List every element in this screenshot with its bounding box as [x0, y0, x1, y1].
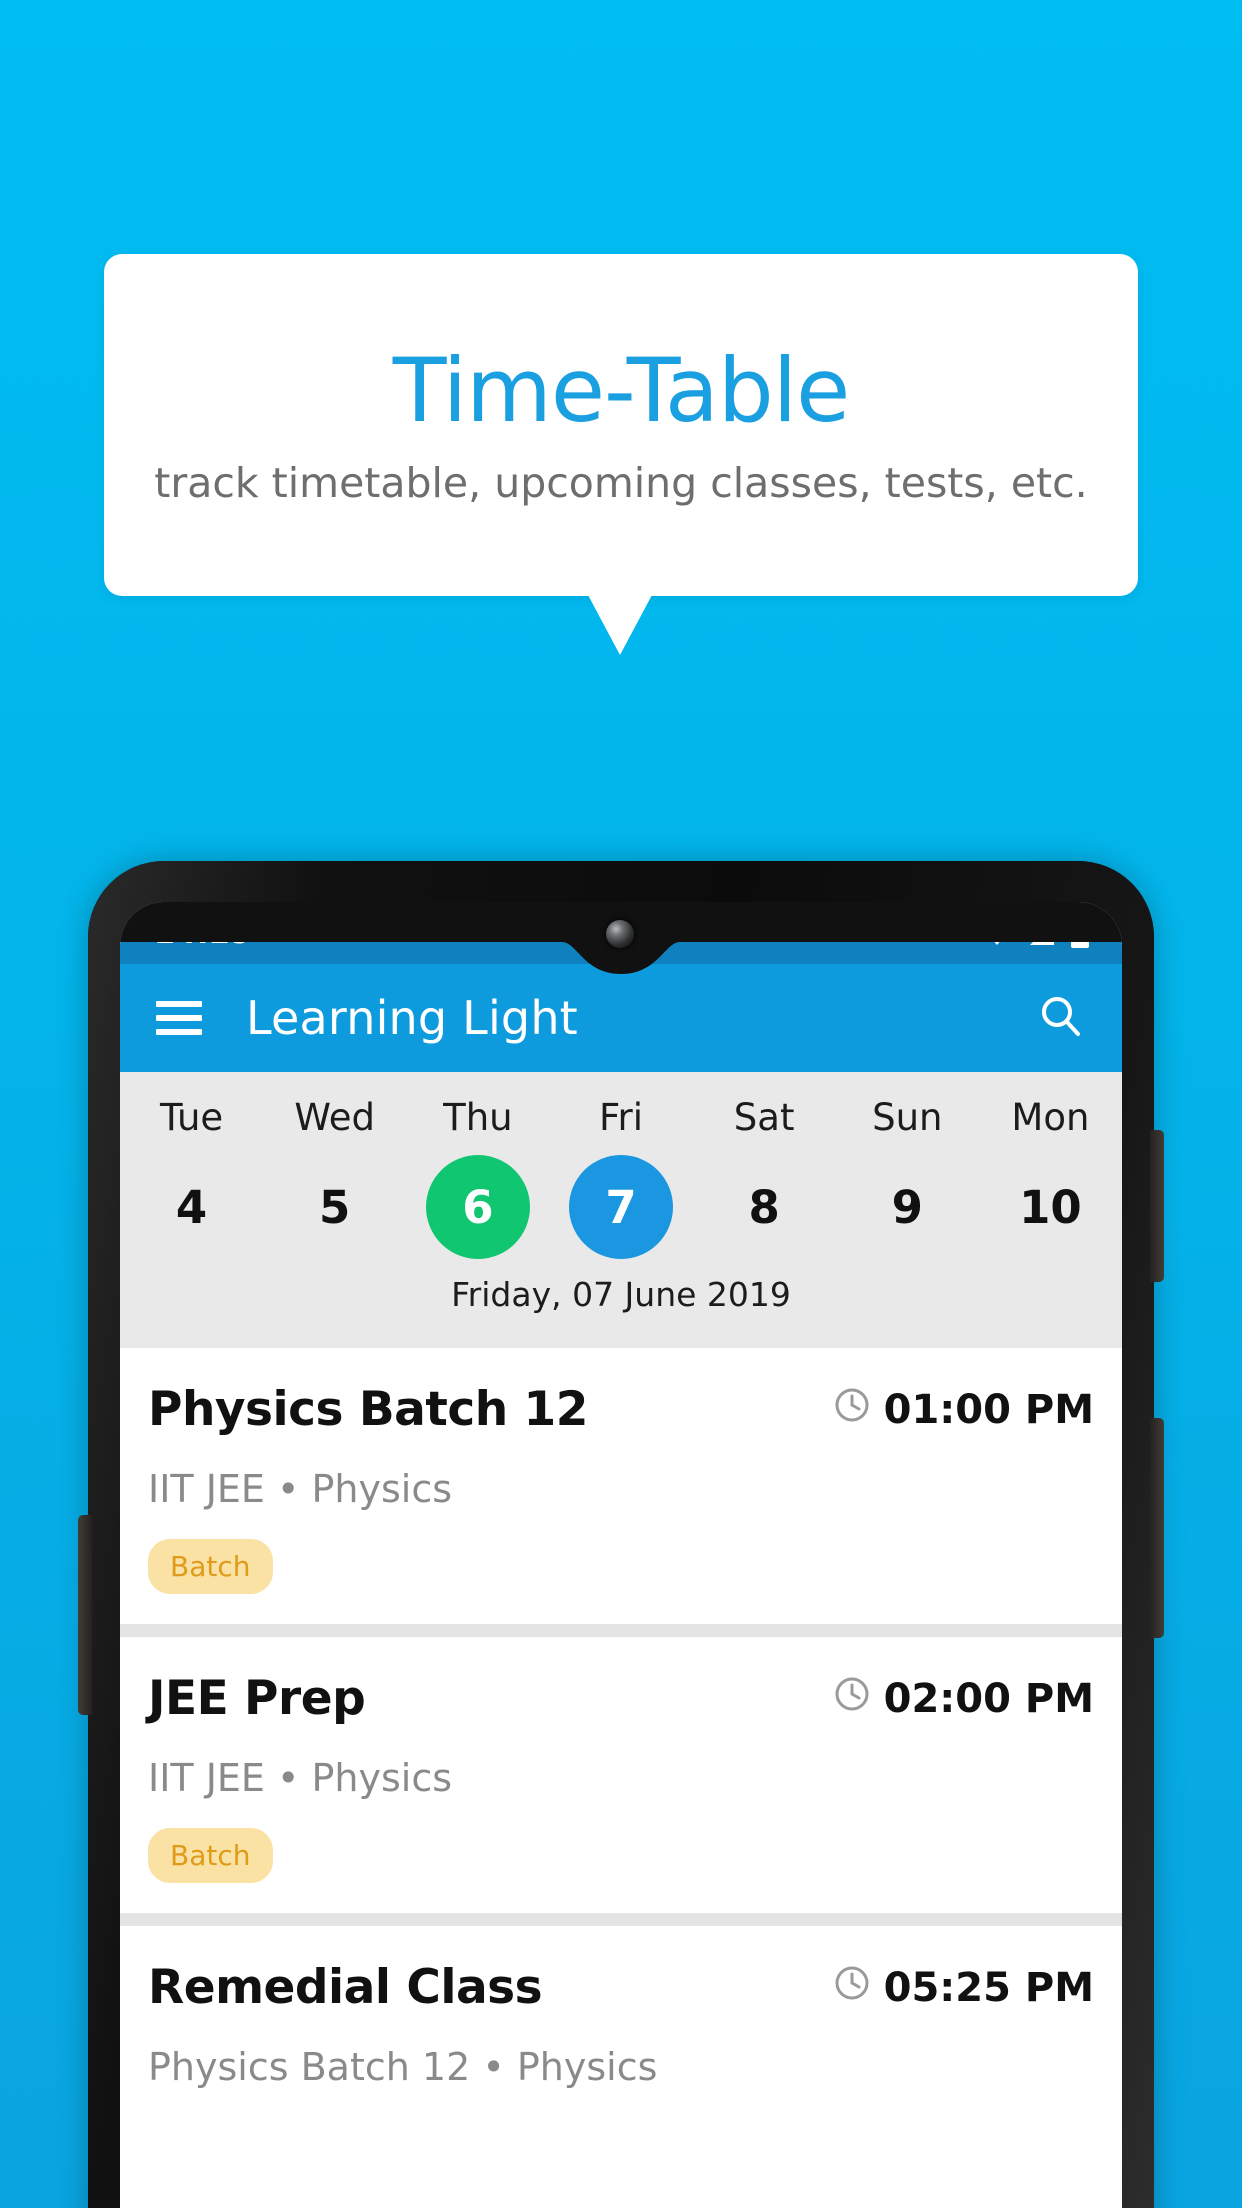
day-cell[interactable]: Thu: [406, 1090, 549, 1153]
day-of-week-row: Tue Wed Thu Fri Sat Sun Mon: [120, 1090, 1122, 1153]
status-badge: Batch: [148, 1828, 273, 1883]
front-camera-icon: [606, 920, 634, 948]
promo-bubble: Time-Table track timetable, upcoming cla…: [104, 254, 1138, 596]
event-subtitle: Physics Batch 12 • Physics: [148, 2045, 658, 2089]
selected-date-label: Friday, 07 June 2019: [451, 1275, 791, 1314]
event-card-header: Physics Batch 12 01:00 PM: [148, 1382, 1094, 1437]
display-notch: [120, 902, 1122, 974]
event-card[interactable]: JEE Prep 02:00 PM IIT JEE • Physics Batc…: [120, 1637, 1122, 1913]
day-cell[interactable]: Mon: [979, 1090, 1122, 1153]
phone-screen: 14:29 Learning Light Tue Wed Thu Fri Sat…: [120, 902, 1122, 2208]
event-time: 01:00 PM: [883, 1386, 1094, 1433]
status-bar-icons: [980, 918, 1090, 948]
event-card-header: JEE Prep 02:00 PM: [148, 1671, 1094, 1726]
date-cell-9[interactable]: 9: [836, 1153, 979, 1261]
day-of-week-label: Sat: [733, 1096, 795, 1139]
promo-bubble-tail: [588, 595, 652, 655]
day-of-week-label: Thu: [443, 1096, 513, 1139]
status-badge: Batch: [148, 1539, 273, 1594]
date-cell-6[interactable]: 6: [406, 1153, 549, 1261]
date-cell-4[interactable]: 4: [120, 1153, 263, 1261]
date-strip: Tue Wed Thu Fri Sat Sun Mon 4 5 6 7 8 9 …: [120, 1072, 1122, 1348]
event-subtitle: IIT JEE • Physics: [148, 1756, 453, 1800]
date-number: 9: [891, 1180, 923, 1234]
day-cell[interactable]: Tue: [120, 1090, 263, 1153]
phone-left-side-button[interactable]: [78, 1515, 92, 1715]
date-cell-10[interactable]: 10: [979, 1153, 1122, 1261]
day-cell[interactable]: Fri: [549, 1090, 692, 1153]
event-title: JEE Prep: [148, 1671, 366, 1726]
day-cell[interactable]: Sat: [693, 1090, 836, 1153]
date-number: 4: [175, 1180, 208, 1234]
cellular-signal-icon: [1028, 920, 1056, 946]
day-of-week-label: Mon: [1011, 1096, 1090, 1139]
event-title: Remedial Class: [148, 1960, 543, 2015]
status-bar-clock: 14:29: [154, 915, 252, 951]
phone-power-button[interactable]: [1150, 1418, 1164, 1638]
event-card[interactable]: Remedial Class 05:25 PM Physics Batch 12…: [120, 1926, 1122, 2119]
day-of-month-row: 4 5 6 7 8 9 10: [120, 1153, 1122, 1261]
event-time-group: 02:00 PM: [834, 1676, 1094, 1722]
date-cell-8[interactable]: 8: [693, 1153, 836, 1261]
day-of-week-label: Wed: [294, 1096, 376, 1139]
event-card[interactable]: Physics Batch 12 01:00 PM IIT JEE • Phys…: [120, 1348, 1122, 1624]
date-number: 8: [748, 1180, 780, 1234]
phone-volume-button[interactable]: [1150, 1130, 1164, 1282]
clock-icon: [834, 1965, 870, 2011]
event-subtitle: IIT JEE • Physics: [148, 1467, 453, 1511]
event-time: 02:00 PM: [883, 1675, 1094, 1722]
event-time-group: 05:25 PM: [834, 1965, 1094, 2011]
date-cell-7[interactable]: 7: [549, 1153, 692, 1261]
wifi-icon: [980, 920, 1014, 946]
app-title: Learning Light: [246, 991, 578, 1045]
date-number-selected: 7: [568, 1155, 673, 1259]
day-of-week-label: Sun: [872, 1096, 943, 1139]
app-bar: Learning Light: [120, 964, 1122, 1072]
clock-icon: [834, 1387, 870, 1433]
status-bar: 14:29: [120, 902, 1122, 974]
date-number: 5: [319, 1180, 351, 1234]
search-icon[interactable]: [1036, 992, 1084, 1044]
event-time-group: 01:00 PM: [834, 1387, 1094, 1433]
event-list: Physics Batch 12 01:00 PM IIT JEE • Phys…: [120, 1348, 1122, 2119]
event-card-header: Remedial Class 05:25 PM: [148, 1960, 1094, 2015]
promo-title: Time-Table: [392, 338, 851, 442]
battery-icon: [1070, 918, 1090, 948]
promo-subtitle: track timetable, upcoming classes, tests…: [154, 458, 1088, 507]
date-cell-5[interactable]: 5: [263, 1153, 406, 1261]
day-of-week-label: Fri: [598, 1096, 644, 1139]
day-cell[interactable]: Wed: [263, 1090, 406, 1153]
day-of-week-label: Tue: [159, 1096, 224, 1139]
date-number-today: 6: [425, 1155, 530, 1259]
event-time: 05:25 PM: [883, 1964, 1094, 2011]
hamburger-menu-icon[interactable]: [156, 1001, 202, 1035]
event-title: Physics Batch 12: [148, 1382, 588, 1437]
clock-icon: [834, 1676, 870, 1722]
date-number: 10: [1019, 1180, 1082, 1234]
day-cell[interactable]: Sun: [836, 1090, 979, 1153]
